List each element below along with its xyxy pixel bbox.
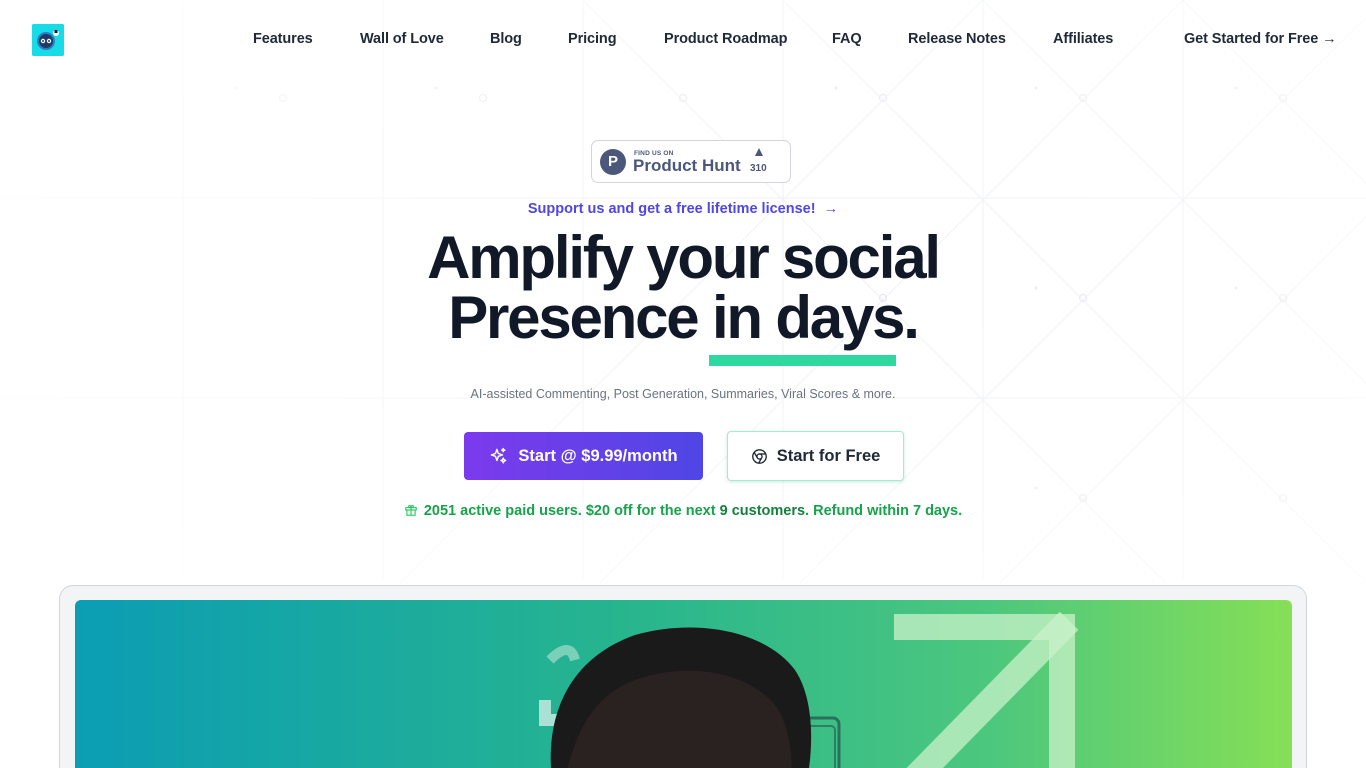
headline-underline <box>709 355 896 366</box>
headline-presence: Presence <box>448 284 712 351</box>
start-paid-button[interactable]: Start @ $9.99/month <box>464 432 703 480</box>
nav-features[interactable]: Features <box>253 31 313 47</box>
nav-wall-of-love[interactable]: Wall of Love <box>360 31 444 47</box>
robot-logo-icon[interactable] <box>32 24 64 56</box>
chrome-icon <box>751 448 767 464</box>
hero-subtext: AI-assisted Commenting, Post Generation,… <box>470 387 896 401</box>
product-hunt-logo-icon: P <box>600 149 626 175</box>
headline-line-1: Amplify your social <box>427 224 941 291</box>
start-paid-button-label: Start @ $9.99/month <box>518 446 678 465</box>
arrow-right-icon: → <box>823 201 839 217</box>
promo-users-text: 2051 active paid users. $20 off for the … <box>423 503 720 519</box>
get-started-link[interactable]: Get Started for Free → <box>1184 31 1337 47</box>
upvote-arrow-icon <box>755 148 763 156</box>
start-free-button[interactable]: Start for Free <box>727 431 904 481</box>
hero-video-thumbnail[interactable] <box>75 600 1292 768</box>
promo-refund-text: . Refund within 7 days. <box>805 503 963 519</box>
nav-affiliates[interactable]: Affiliates <box>1053 31 1113 47</box>
headline-in-days: in days. <box>711 284 920 351</box>
support-lifetime-license-link[interactable]: Support us and get a free lifetime licen… <box>528 201 838 217</box>
support-link-row: Support us and get a free lifetime licen… <box>0 201 1366 217</box>
promo-customers-count: 9 customers <box>719 503 806 519</box>
nav-pricing[interactable]: Pricing <box>568 31 617 47</box>
promo-text: 2051 active paid users. $20 off for the … <box>0 503 1366 519</box>
nav-blog[interactable]: Blog <box>490 31 522 47</box>
nav-product-roadmap[interactable]: Product Roadmap <box>664 31 787 47</box>
headline-line-2: Presence in days. <box>0 288 1366 348</box>
start-free-button-label: Start for Free <box>776 446 881 465</box>
product-hunt-name: Product Hunt <box>633 156 741 175</box>
gift-icon <box>405 504 417 516</box>
upvote-count: 310 <box>750 163 767 174</box>
sparkles-icon <box>491 447 507 464</box>
hero-illustration <box>539 611 1079 768</box>
support-link-text: Support us and get a free lifetime licen… <box>527 201 816 217</box>
nav-faq[interactable]: FAQ <box>832 31 862 47</box>
product-hunt-badge[interactable]: P FIND US ON Product Hunt 310 <box>591 140 791 183</box>
site-header: Features Wall of Love Blog Pricing Produ… <box>0 0 1366 80</box>
hero-headline: Amplify your social Presence in days. <box>0 228 1366 348</box>
nav-release-notes[interactable]: Release Notes <box>908 31 1006 47</box>
